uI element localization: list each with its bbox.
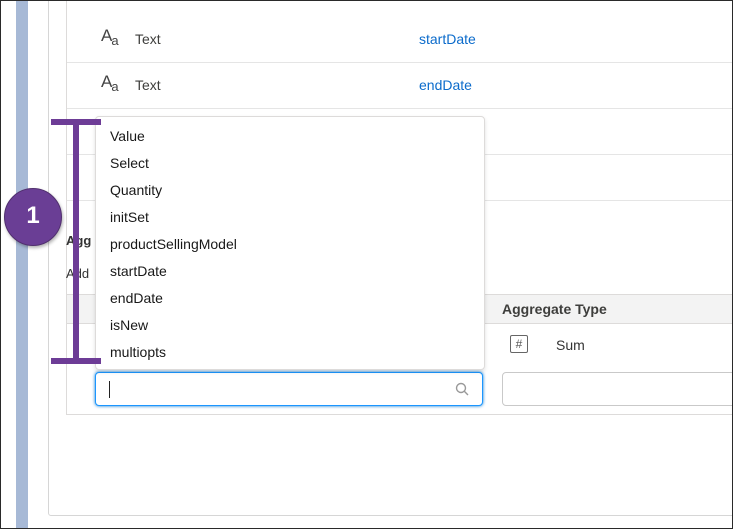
annotation-bracket-bottom: [51, 358, 101, 364]
aggregate-type-select[interactable]: [502, 372, 733, 406]
left-edge-strip: [0, 0, 17, 529]
number-type-icon: #: [510, 335, 528, 353]
search-icon: [455, 382, 469, 396]
field-row: Aa Text startDate: [67, 16, 733, 63]
dropdown-option[interactable]: Quantity: [110, 182, 162, 198]
aggregate-sum-label: Sum: [556, 337, 585, 353]
aggregate-type-header: Aggregate Type: [502, 301, 607, 317]
text-type-icon: Aa: [101, 72, 119, 94]
field-dropdown-list: Value Select Quantity initSet productSel…: [95, 116, 485, 370]
dropdown-option[interactable]: initSet: [110, 209, 149, 225]
field-row: Aa Text endDate: [67, 62, 733, 109]
text-type-icon: Aa: [101, 26, 119, 48]
type-label: Text: [135, 31, 161, 47]
field-link-enddate[interactable]: endDate: [419, 77, 472, 93]
type-label: Text: [135, 77, 161, 93]
dropdown-option[interactable]: startDate: [110, 263, 167, 279]
dropdown-option[interactable]: Select: [110, 155, 149, 171]
dropdown-option[interactable]: multiopts: [110, 344, 166, 360]
field-search-input[interactable]: [95, 372, 483, 406]
dropdown-option[interactable]: Value: [110, 128, 145, 144]
gutter: [28, 0, 48, 529]
dropdown-option[interactable]: productSellingModel: [110, 236, 237, 252]
dropdown-option[interactable]: isNew: [110, 317, 148, 333]
dropdown-option[interactable]: endDate: [110, 290, 163, 306]
field-link-startdate[interactable]: startDate: [419, 31, 476, 47]
text-cursor: [109, 381, 110, 398]
side-accent-bar: [16, 0, 28, 529]
annotation-bracket-stem: [73, 119, 79, 364]
annotation-number-badge: 1: [4, 188, 62, 246]
